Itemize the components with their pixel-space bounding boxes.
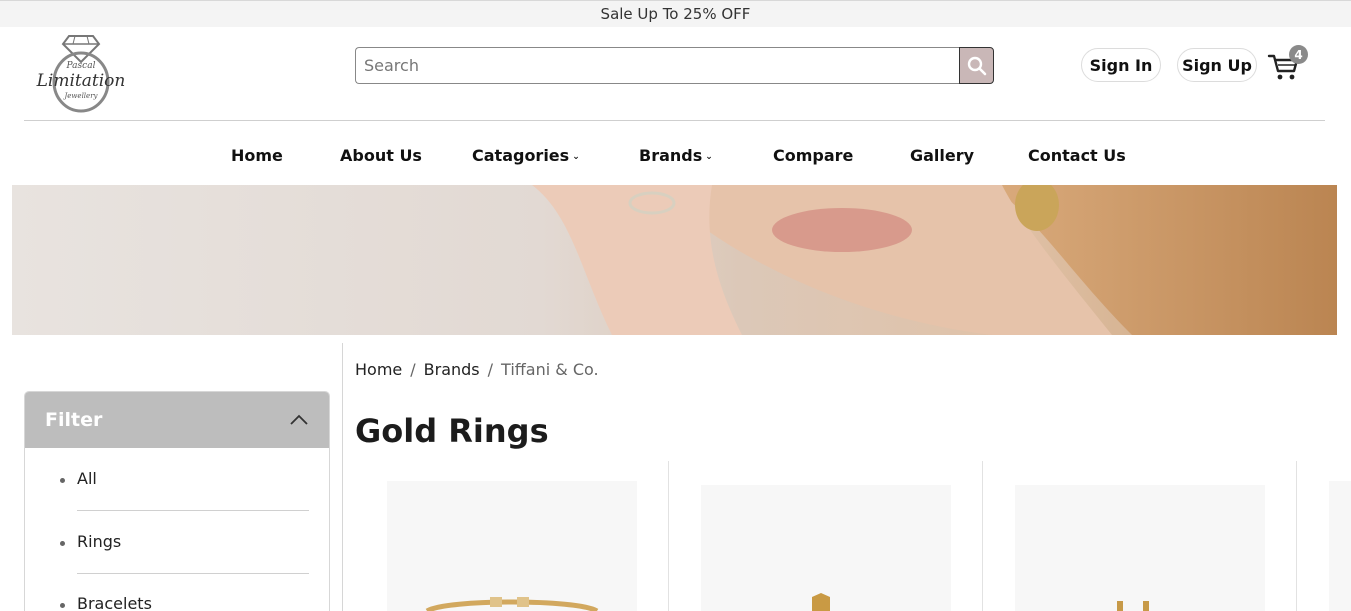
- nav-gallery[interactable]: Gallery: [910, 146, 974, 165]
- nav-compare[interactable]: Compare: [773, 146, 853, 165]
- content-divider: [342, 343, 343, 611]
- nav-brands-label: Brands: [639, 146, 703, 165]
- filter-divider: [77, 573, 309, 574]
- nav-compare-label: Compare: [773, 146, 854, 165]
- bullet-icon: [60, 478, 65, 483]
- search-bar: [355, 47, 994, 84]
- page-title: Gold Rings: [355, 412, 549, 450]
- promo-bar: Sale Up To 25% OFF: [0, 0, 1351, 27]
- filter-item-all[interactable]: All: [77, 469, 97, 488]
- sign-in-label: Sign In: [1089, 55, 1153, 75]
- nav-home-label: Home: [231, 146, 283, 165]
- chevron-up-icon: [290, 414, 308, 425]
- bullet-icon: [60, 603, 65, 608]
- card-divider: [982, 461, 983, 611]
- breadcrumb: Home / Brands / Tiffani & Co.: [355, 360, 599, 379]
- search-input[interactable]: [355, 47, 959, 84]
- search-icon: [967, 56, 986, 75]
- cart-count-badge: 4: [1289, 45, 1308, 64]
- sign-up-button[interactable]: Sign Up: [1177, 48, 1257, 82]
- product-image[interactable]: [1329, 481, 1351, 611]
- header-divider: [24, 120, 1325, 121]
- search-button[interactable]: [959, 47, 994, 84]
- breadcrumb-separator: /: [410, 360, 416, 379]
- chevron-down-icon: ⌄: [572, 151, 580, 162]
- filter-divider: [77, 510, 309, 511]
- card-divider: [1296, 461, 1297, 611]
- ring-image: [1117, 601, 1149, 611]
- site-logo[interactable]: Pascal Limitation Jewellery: [33, 30, 129, 114]
- logo-graphic: Pascal Limitation Jewellery: [36, 35, 126, 113]
- banner-photo: [532, 185, 1337, 335]
- nav-categories-label: Catagories: [472, 146, 570, 165]
- filter-header[interactable]: Filter: [25, 392, 329, 448]
- product-image[interactable]: [701, 485, 951, 611]
- nav-about-us-label: About Us: [340, 146, 422, 165]
- product-image[interactable]: [1015, 485, 1265, 611]
- chevron-down-icon: ⌄: [705, 151, 713, 162]
- filter-item-rings[interactable]: Rings: [77, 532, 121, 551]
- filter-panel: Filter All Rings Bracelets: [24, 391, 330, 611]
- filter-item-bracelets[interactable]: Bracelets: [77, 594, 152, 611]
- ring-image: [812, 593, 830, 611]
- breadcrumb-current: Tiffani & Co.: [501, 360, 599, 379]
- promo-text: Sale Up To 25% OFF: [600, 5, 751, 23]
- sign-up-label: Sign Up: [1182, 55, 1252, 75]
- sign-in-button[interactable]: Sign In: [1081, 48, 1161, 82]
- nav-about-us[interactable]: About Us: [340, 146, 422, 165]
- nav-contact-us-label: Contact Us: [1028, 146, 1126, 165]
- hero-banner-image: [12, 185, 1337, 335]
- nav-categories[interactable]: Catagories ⌄: [472, 146, 580, 165]
- logo-line2: Limitation: [36, 71, 126, 91]
- logo-line3: Jewellery: [62, 92, 98, 100]
- logo-line1: Pascal: [66, 61, 96, 71]
- nav-home[interactable]: Home: [231, 146, 283, 165]
- ring-image: [425, 597, 599, 611]
- bullet-icon: [60, 541, 65, 546]
- nav-gallery-label: Gallery: [910, 146, 975, 165]
- breadcrumb-home[interactable]: Home: [355, 360, 402, 379]
- product-image[interactable]: [387, 481, 637, 611]
- cart-count: 4: [1294, 47, 1303, 62]
- nav-contact-us[interactable]: Contact Us: [1028, 146, 1126, 165]
- card-divider: [668, 461, 669, 611]
- breadcrumb-brands[interactable]: Brands: [424, 360, 480, 379]
- breadcrumb-separator: /: [487, 360, 494, 379]
- nav-brands[interactable]: Brands ⌄: [639, 146, 713, 165]
- filter-title: Filter: [45, 409, 103, 431]
